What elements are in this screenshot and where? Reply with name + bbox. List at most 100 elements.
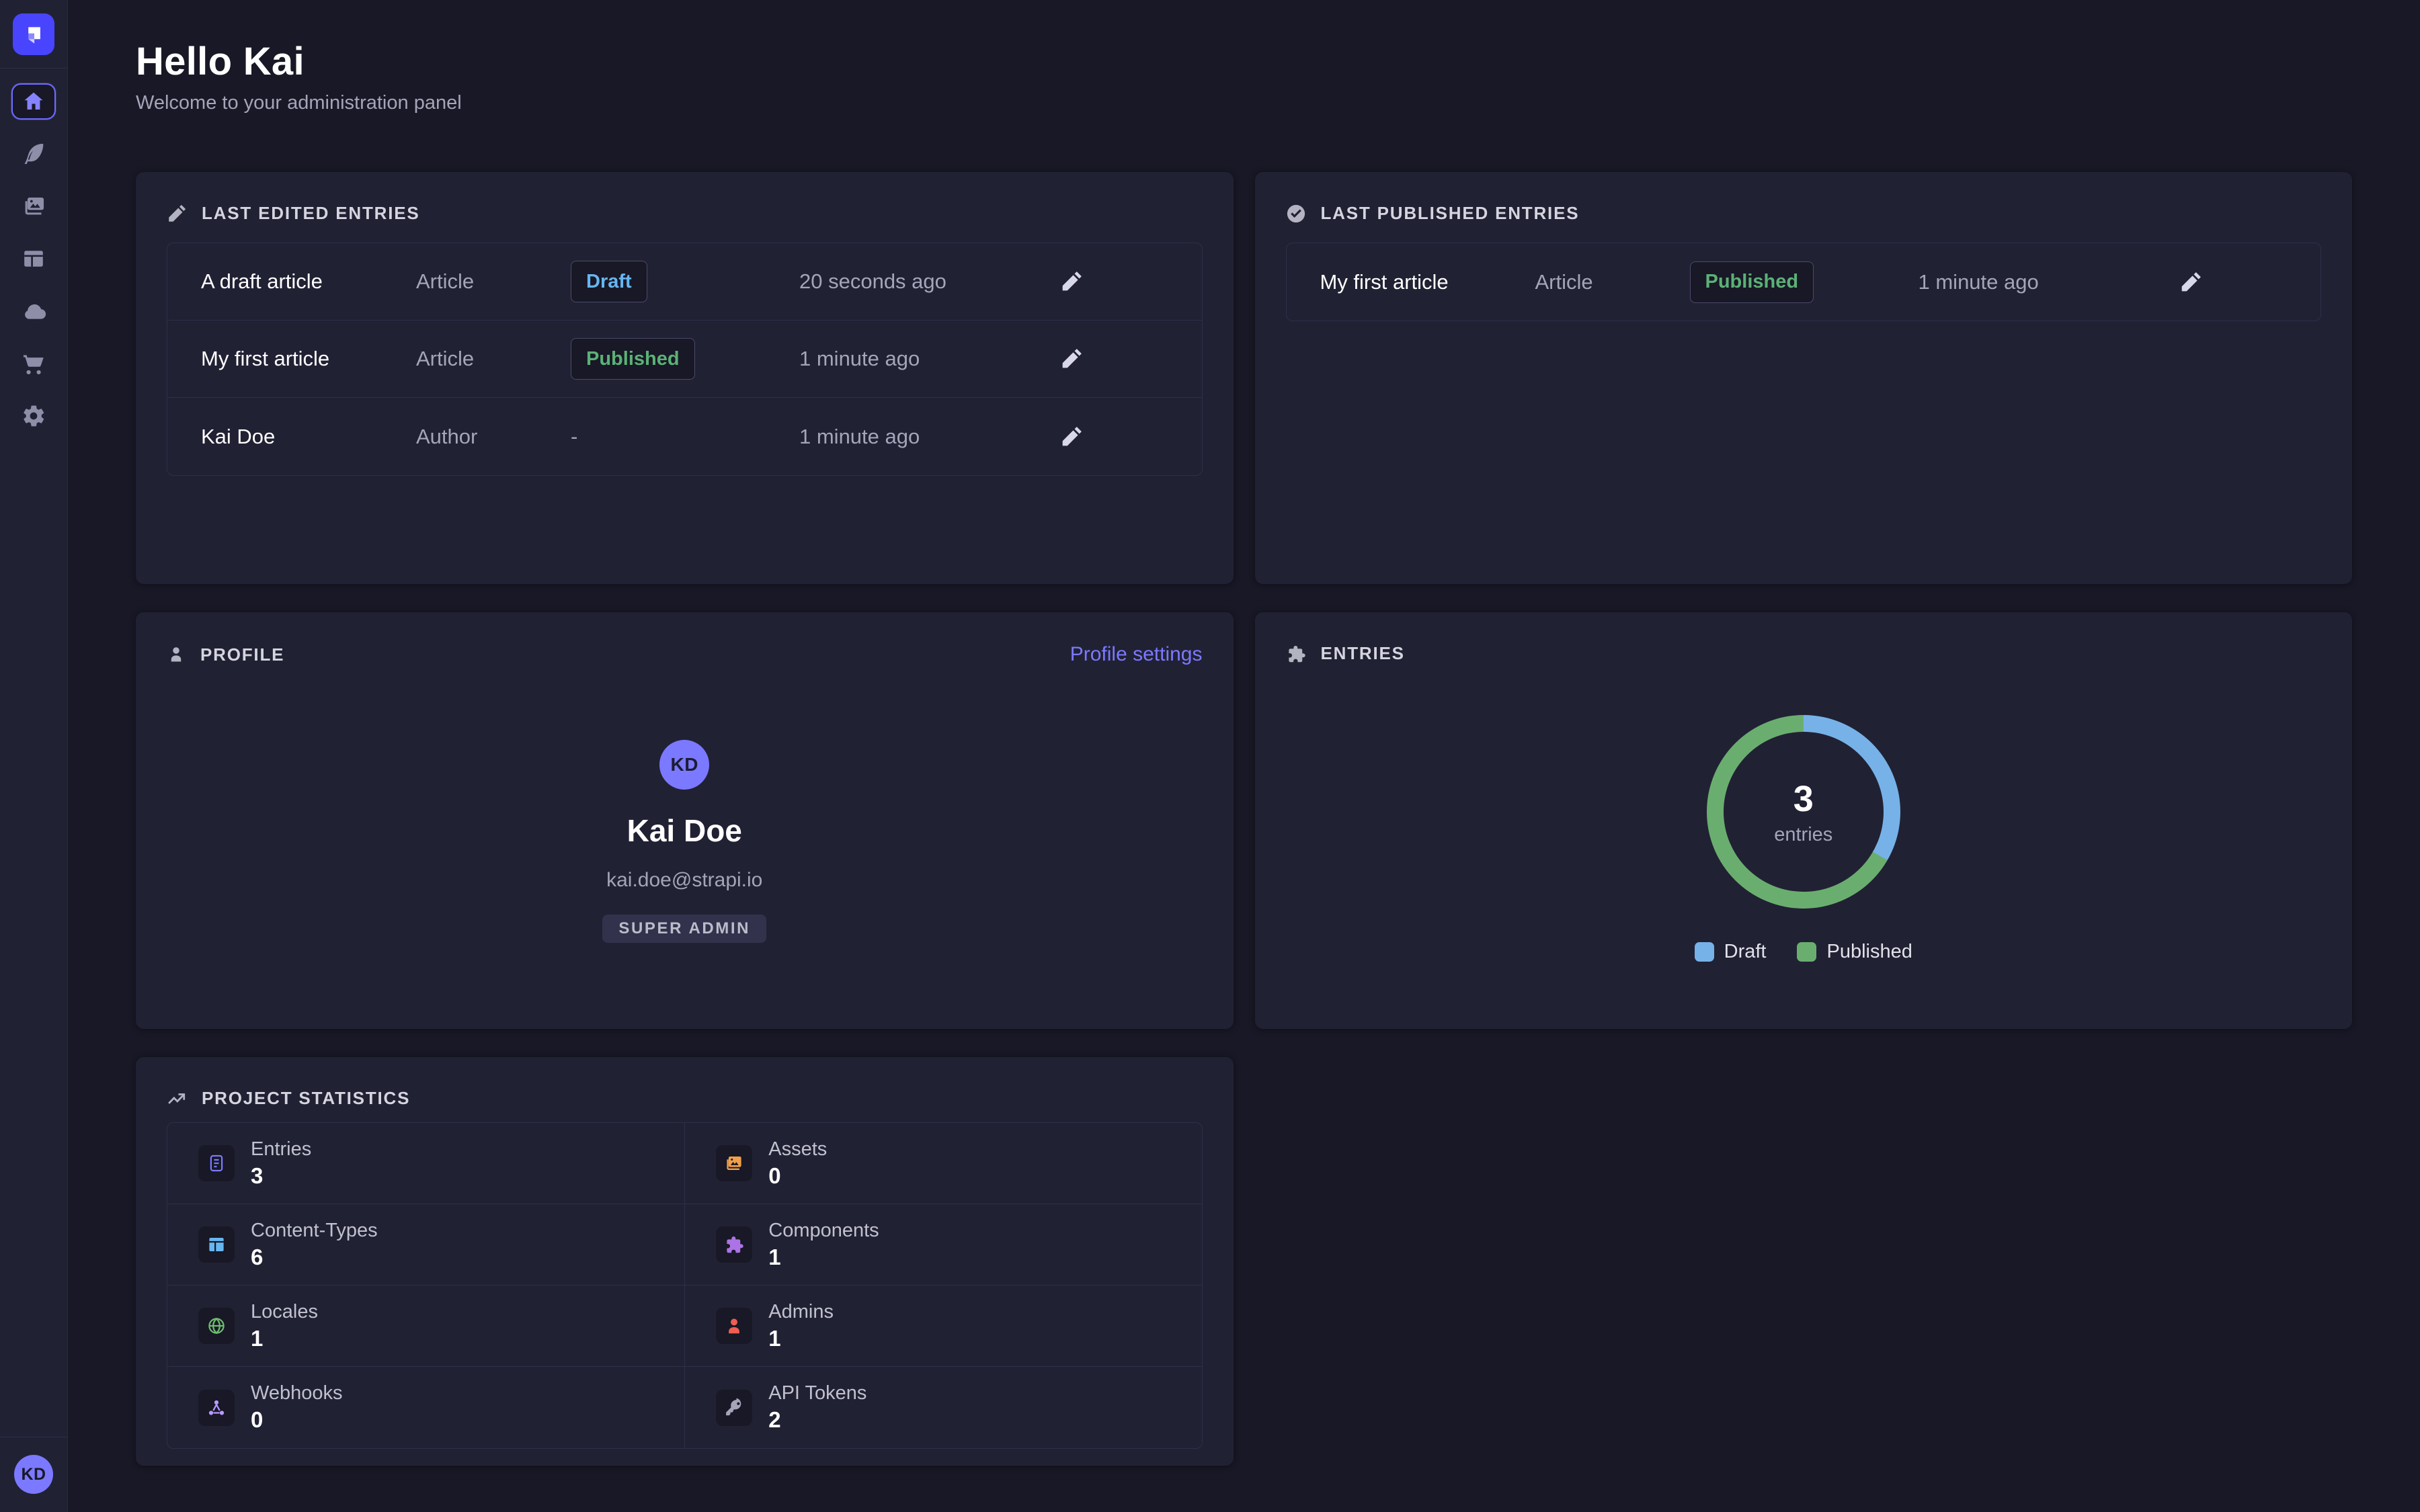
last-published-entries-card: LAST PUBLISHED ENTRIES My first article … <box>1255 172 2353 584</box>
published-swatch <box>1797 942 1816 962</box>
entry-time: 1 minute ago <box>799 425 1055 449</box>
check-circle-icon <box>1286 204 1306 224</box>
stat-label: Entries <box>251 1138 311 1161</box>
dashboard-grid: LAST EDITED ENTRIES A draft article Arti… <box>136 172 2352 1466</box>
cloud-icon <box>20 298 47 325</box>
stat-assets: Assets 0 <box>684 1123 1201 1204</box>
edit-entry-button[interactable] <box>2174 265 2208 299</box>
stat-label: Content-Types <box>251 1220 378 1242</box>
card-title: ENTRIES <box>1321 643 1405 664</box>
stat-label: Components <box>768 1220 879 1242</box>
status-badge: Published <box>1690 261 1814 303</box>
strapi-logo[interactable] <box>13 13 54 55</box>
stat-api-tokens: API Tokens 2 <box>684 1367 1201 1448</box>
entry-time: 20 seconds ago <box>799 269 1055 294</box>
edit-entry-button[interactable] <box>1055 420 1088 454</box>
entries-doc-icon <box>198 1145 235 1181</box>
last-published-table: My first article Article Published 1 min… <box>1286 243 2322 321</box>
layout-icon <box>22 247 46 271</box>
images-icon <box>21 194 46 219</box>
profile-card: PROFILE Profile settings KD Kai Doe kai.… <box>136 612 1234 1029</box>
feather-icon <box>21 141 46 167</box>
sidebar-item-content-type-builder[interactable] <box>11 241 56 277</box>
table-row: My first article Article Published 1 min… <box>1287 243 2321 321</box>
entry-type: Article <box>416 269 571 294</box>
entries-donut: 3 entries <box>1707 715 1900 909</box>
project-statistics-card: PROJECT STATISTICS Entries 3 <box>136 1057 1234 1466</box>
entry-time: 1 minute ago <box>1919 270 2174 294</box>
stat-value: 0 <box>251 1407 343 1433</box>
profile-avatar: KD <box>659 740 709 790</box>
table-row: My first article Article Published 1 min… <box>167 321 1202 398</box>
entry-name: Kai Doe <box>201 425 416 449</box>
legend-label: Published <box>1826 941 1912 963</box>
entry-name: My first article <box>201 347 416 371</box>
entry-name: A draft article <box>201 269 416 294</box>
legend-label: Draft <box>1724 941 1767 963</box>
stat-label: Webhooks <box>251 1382 343 1404</box>
stat-value: 1 <box>768 1326 834 1351</box>
trend-up-icon <box>167 1089 187 1109</box>
sidebar-item-media-library[interactable] <box>11 188 56 224</box>
stat-value: 1 <box>768 1245 879 1270</box>
puzzle-icon <box>1286 644 1306 664</box>
strapi-logo-icon <box>22 23 45 46</box>
entry-type: Article <box>416 347 571 371</box>
stat-label: Admins <box>768 1301 834 1323</box>
card-title: LAST PUBLISHED ENTRIES <box>1321 203 1580 224</box>
card-title: PROFILE <box>200 644 284 665</box>
entry-type: Author <box>416 425 571 449</box>
sidebar-nav <box>11 83 56 434</box>
user-avatar[interactable]: KD <box>14 1455 53 1494</box>
main-content: Hello Kai Welcome to your administration… <box>68 0 2420 1466</box>
key-icon <box>716 1390 752 1426</box>
entry-time: 1 minute ago <box>799 347 1055 371</box>
edit-entry-button[interactable] <box>1055 342 1088 376</box>
entries-total-label: entries <box>1774 824 1832 846</box>
sidebar-item-content-manager[interactable] <box>11 136 56 172</box>
stat-locales: Locales 1 <box>167 1286 684 1367</box>
profile-name: Kai Doe <box>627 812 742 849</box>
status-badge: Published <box>571 338 695 380</box>
globe-icon <box>198 1308 235 1344</box>
stat-value: 6 <box>251 1245 378 1270</box>
edit-entry-button[interactable] <box>1055 265 1088 298</box>
webhook-icon <box>198 1390 235 1426</box>
sidebar: KD <box>0 0 68 1512</box>
card-title: PROJECT STATISTICS <box>202 1088 410 1109</box>
profile-email: kai.doe@strapi.io <box>606 869 762 892</box>
stat-label: Assets <box>768 1138 827 1161</box>
stat-value: 0 <box>768 1163 827 1189</box>
stat-value: 3 <box>251 1163 311 1189</box>
stat-value: 1 <box>251 1326 318 1351</box>
stat-admins: Admins 1 <box>684 1286 1201 1367</box>
picture-icon <box>716 1145 752 1181</box>
sidebar-item-home[interactable] <box>11 83 56 120</box>
stat-webhooks: Webhooks 0 <box>167 1367 684 1448</box>
entry-name: My first article <box>1320 270 1535 294</box>
role-badge: SUPER ADMIN <box>602 915 766 943</box>
stat-content-types: Content-Types 6 <box>167 1204 684 1286</box>
gear-icon <box>21 403 46 429</box>
table-row: Kai Doe Author - 1 minute ago <box>167 398 1202 475</box>
page-title: Hello Kai <box>136 39 2352 84</box>
person-icon <box>716 1308 752 1344</box>
status-badge: Draft <box>571 261 647 302</box>
entries-total: 3 <box>1774 778 1832 820</box>
page-subtitle: Welcome to your administration panel <box>136 92 2352 114</box>
cart-icon <box>21 351 46 376</box>
entries-legend: Draft Published <box>1695 941 1912 963</box>
stats-grid: Entries 3 Assets <box>167 1122 1203 1449</box>
draft-swatch <box>1695 942 1714 962</box>
user-icon <box>167 645 186 664</box>
legend-item-published: Published <box>1797 941 1912 963</box>
sidebar-footer: KD <box>0 1437 67 1512</box>
sidebar-item-marketplace[interactable] <box>11 345 56 382</box>
last-edited-table: A draft article Article Draft 20 seconds… <box>167 243 1203 476</box>
sidebar-item-deploy[interactable] <box>11 293 56 329</box>
profile-settings-link[interactable]: Profile settings <box>1070 643 1203 666</box>
legend-item-draft: Draft <box>1695 941 1767 963</box>
sidebar-item-settings[interactable] <box>11 398 56 434</box>
last-edited-entries-card: LAST EDITED ENTRIES A draft article Arti… <box>136 172 1234 584</box>
sidebar-divider <box>0 68 68 69</box>
